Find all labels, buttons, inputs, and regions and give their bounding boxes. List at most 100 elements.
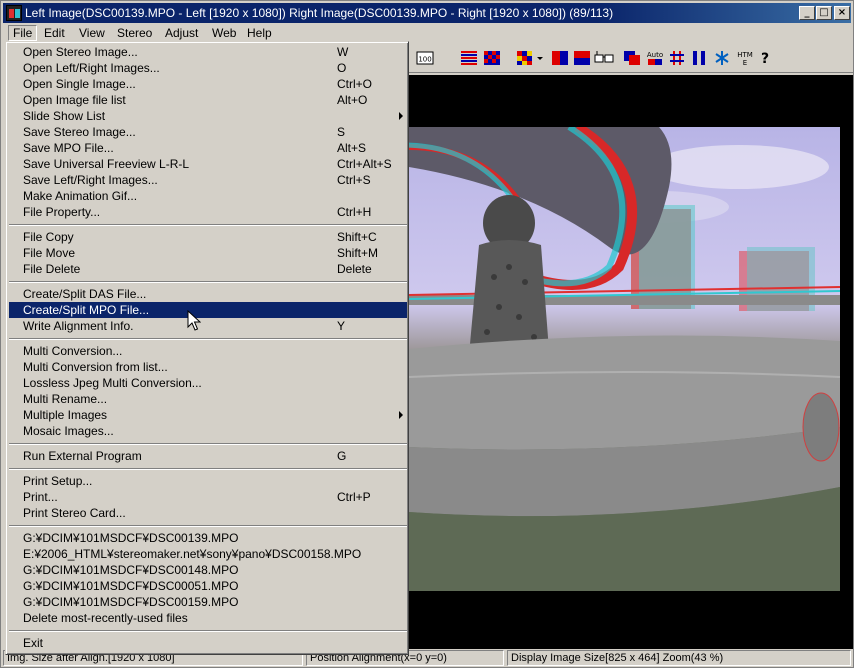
file-menu-item-label: Print... xyxy=(23,490,58,504)
status-display-size: Display Image Size[825 x 464] Zoom(43 %) xyxy=(507,650,851,666)
file-menu-item[interactable]: Mosaic Images... xyxy=(9,423,407,439)
file-menu-item[interactable]: File Move Shift+M xyxy=(9,245,407,261)
file-menu-item-label: G:¥DCIM¥101MSDCF¥DSC00159.MPO xyxy=(23,595,239,609)
app-icon[interactable] xyxy=(6,5,22,21)
file-menu-item[interactable]: Exit xyxy=(9,635,407,651)
menu-separator xyxy=(9,630,407,632)
file-menu-item[interactable]: Open Single Image... Ctrl+O xyxy=(9,76,407,92)
red-blue-split-icon[interactable] xyxy=(550,48,570,68)
title-bar[interactable]: Left Image(DSC00139.MPO - Left [1920 x 1… xyxy=(3,3,851,23)
file-menu-item[interactable]: Print... Ctrl+P xyxy=(9,489,407,505)
file-menu-item[interactable]: G:¥DCIM¥101MSDCF¥DSC00139.MPO xyxy=(9,530,407,546)
file-menu-item[interactable]: Open Stereo Image... W xyxy=(9,44,407,60)
file-menu-item-label: Multi Rename... xyxy=(23,392,108,406)
bars-icon[interactable] xyxy=(689,48,709,68)
file-menu-item-shortcut: Ctrl+Alt+S xyxy=(337,157,392,171)
file-menu-item[interactable]: Save Universal Freeview L-R-L Ctrl+Alt+S xyxy=(9,156,407,172)
stripes-red-blue-icon[interactable] xyxy=(459,48,479,68)
menu-file[interactable]: File xyxy=(8,25,38,41)
svg-text:?: ? xyxy=(761,51,769,67)
file-menu-item[interactable]: Create/Split MPO File... xyxy=(9,302,407,318)
glasses-icon[interactable] xyxy=(594,48,614,68)
stereo-anaglyph-image xyxy=(409,127,840,591)
zoom-100-icon[interactable]: 100 xyxy=(415,48,435,68)
file-menu-item-label: Save MPO File... xyxy=(23,141,114,155)
help-icon[interactable]: ? xyxy=(755,48,775,68)
menu-separator xyxy=(9,443,407,445)
file-menu-item-shortcut: Alt+S xyxy=(337,141,367,155)
file-menu-item[interactable]: G:¥DCIM¥101MSDCF¥DSC00051.MPO xyxy=(9,578,407,594)
file-menu-item-shortcut: Shift+M xyxy=(337,246,379,260)
file-menu-item-label: Make Animation Gif... xyxy=(23,189,138,203)
file-menu-item-shortcut: Y xyxy=(337,319,346,333)
menu-web[interactable]: Web xyxy=(208,25,240,41)
file-menu-item-shortcut: Ctrl+H xyxy=(337,205,372,219)
file-menu-dropdown: Open Stereo Image... W Open Left/Right Ima… xyxy=(5,41,409,655)
file-menu-item-label: File Copy xyxy=(23,230,74,244)
file-menu-item[interactable]: Save MPO File... Alt+S xyxy=(9,140,407,156)
file-menu-item-label: Open Stereo Image... xyxy=(23,45,138,59)
file-menu-item[interactable]: Multi Rename... xyxy=(9,391,407,407)
menu-adjust[interactable]: Adjust xyxy=(161,25,202,41)
file-menu-item[interactable]: Delete most-recently-used files xyxy=(9,610,407,626)
file-menu-item[interactable]: Print Setup... xyxy=(9,473,407,489)
menu-help[interactable]: Help xyxy=(243,25,276,41)
file-menu-item[interactable]: Write Alignment Info. Y xyxy=(9,318,407,334)
file-menu-item[interactable]: Lossless Jpeg Multi Conversion... xyxy=(9,375,407,391)
file-menu-item-shortcut: Delete xyxy=(337,262,372,276)
image-canvas[interactable] xyxy=(409,75,853,649)
file-menu-item-label: Write Alignment Info. xyxy=(23,319,134,333)
file-menu-item[interactable]: Multi Conversion... xyxy=(9,343,407,359)
file-menu-item[interactable]: Multiple Images xyxy=(9,407,407,423)
checker-icon[interactable] xyxy=(482,48,502,68)
file-menu-item[interactable]: G:¥DCIM¥101MSDCF¥DSC00159.MPO xyxy=(9,594,407,610)
submenu-arrow-icon xyxy=(399,411,403,419)
submenu-arrow-icon xyxy=(399,112,403,120)
auto-icon[interactable]: Auto xyxy=(645,48,665,68)
file-menu-item[interactable]: File Copy Shift+C xyxy=(9,229,407,245)
file-menu-item[interactable]: File Delete Delete xyxy=(9,261,407,277)
file-menu-item[interactable]: E:¥2006_HTML¥stereomaker.net¥sony¥pano¥D… xyxy=(9,546,407,562)
minimize-button[interactable]: _ xyxy=(799,6,815,20)
file-menu-item-label: Delete most-recently-used files xyxy=(23,611,188,625)
maximize-button[interactable]: □ xyxy=(816,6,832,20)
file-menu-item-label: Mosaic Images... xyxy=(23,424,114,438)
menu-view[interactable]: View xyxy=(75,25,109,41)
file-menu-item[interactable]: Save Stereo Image... S xyxy=(9,124,407,140)
file-menu-item-shortcut: G xyxy=(337,449,347,463)
grid-icon[interactable] xyxy=(667,48,687,68)
file-menu-item-label: Multiple Images xyxy=(23,408,108,422)
overlap-icon[interactable] xyxy=(622,48,642,68)
file-menu-item[interactable]: Open Left/Right Images... O xyxy=(9,60,407,76)
menu-edit[interactable]: Edit xyxy=(40,25,69,41)
close-button[interactable]: × xyxy=(834,6,850,20)
file-menu-item[interactable]: G:¥DCIM¥101MSDCF¥DSC00148.MPO xyxy=(9,562,407,578)
dropdown-icon[interactable] xyxy=(536,48,544,68)
file-menu-item-label: Multi Conversion from list... xyxy=(23,360,168,374)
file-menu-item[interactable]: Create/Split DAS File... xyxy=(9,286,407,302)
menu-separator xyxy=(9,281,407,283)
file-menu-item-label: Exit xyxy=(23,636,44,650)
file-menu-item-shortcut: S xyxy=(337,125,346,139)
file-menu-item[interactable]: Multi Conversion from list... xyxy=(9,359,407,375)
file-menu-item-label: Open Left/Right Images... xyxy=(23,61,160,75)
file-menu-item-label: Create/Split MPO File... xyxy=(23,303,150,317)
file-menu-item[interactable]: Slide Show List xyxy=(9,108,407,124)
file-menu-item[interactable]: File Property... Ctrl+H xyxy=(9,204,407,220)
file-menu-item-shortcut: Ctrl+P xyxy=(337,490,371,504)
mosaic-icon[interactable] xyxy=(515,48,535,68)
file-menu-item-shortcut: O xyxy=(337,61,347,75)
file-menu-item-label: Create/Split DAS File... xyxy=(23,287,147,301)
window-title: Left Image(DSC00139.MPO - Left [1920 x 1… xyxy=(25,6,614,20)
file-menu-item[interactable]: Run External Program G xyxy=(9,448,407,464)
file-menu-item[interactable]: Open Image file list Alt+O xyxy=(9,92,407,108)
file-menu-item[interactable]: Make Animation Gif... xyxy=(9,188,407,204)
red-blue-stack-icon[interactable] xyxy=(572,48,592,68)
html-icon[interactable]: HTM E xyxy=(735,48,755,68)
snowflake-icon[interactable] xyxy=(712,48,732,68)
menu-stereo[interactable]: Stereo xyxy=(113,25,156,41)
file-menu-item[interactable]: Save Left/Right Images... Ctrl+S xyxy=(9,172,407,188)
file-menu-item-label: Lossless Jpeg Multi Conversion... xyxy=(23,376,202,390)
file-menu-item[interactable]: Print Stereo Card... xyxy=(9,505,407,521)
file-menu-item-label: Save Stereo Image... xyxy=(23,125,136,139)
